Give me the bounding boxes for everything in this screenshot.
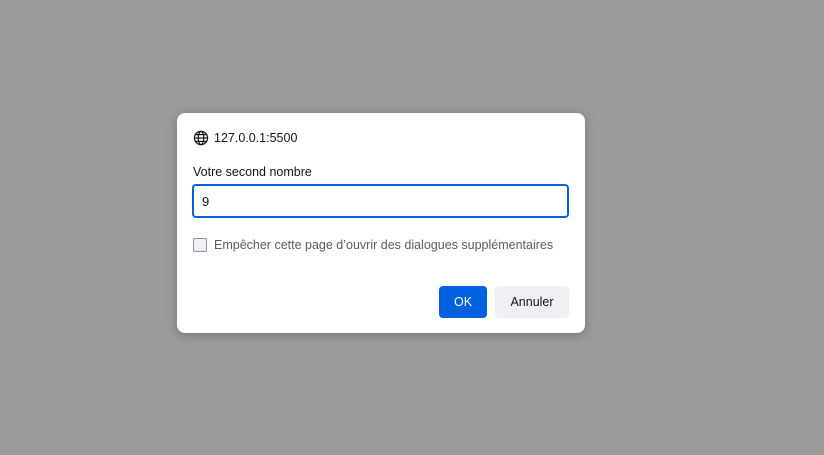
suppress-dialogs-option[interactable]: Empêcher cette page d’ouvrir des dialogu…: [193, 238, 553, 252]
origin-text: 127.0.0.1:5500: [214, 131, 298, 145]
dialog-origin: 127.0.0.1:5500: [193, 129, 297, 147]
ok-button[interactable]: OK: [439, 286, 487, 318]
prompt-label: Votre second nombre: [193, 165, 312, 179]
prompt-dialog: 127.0.0.1:5500 Votre second nombre Empêc…: [177, 113, 585, 333]
cancel-button[interactable]: Annuler: [495, 286, 569, 318]
globe-icon: [193, 130, 209, 146]
suppress-dialogs-checkbox[interactable]: [193, 238, 207, 252]
suppress-dialogs-label: Empêcher cette page d’ouvrir des dialogu…: [214, 238, 554, 252]
prompt-input[interactable]: [192, 184, 569, 218]
